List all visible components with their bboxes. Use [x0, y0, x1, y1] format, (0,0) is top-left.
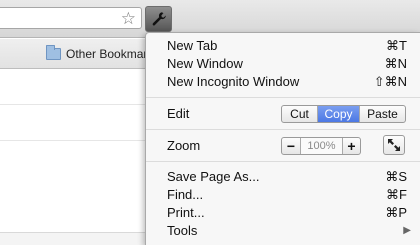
menu-item-label: Tools: [167, 223, 198, 238]
menu-item-save-page-as[interactable]: Save Page As... ⌘S: [146, 168, 420, 186]
wrench-menu-button[interactable]: [145, 6, 172, 32]
content-divider: [0, 140, 145, 141]
menu-item-print[interactable]: Print... ⌘P: [146, 204, 420, 222]
menu-item-shortcut: ⇧⌘N: [373, 74, 407, 89]
menu-item-tools[interactable]: Tools ▶: [146, 222, 420, 240]
menu-item-find[interactable]: Find... ⌘F: [146, 186, 420, 204]
menu-item-shortcut: ⌘S: [385, 169, 407, 184]
edit-button-group: Cut Copy Paste: [281, 105, 406, 123]
content-divider: [0, 104, 145, 105]
edit-label: Edit: [167, 106, 190, 121]
menu-item-label: New Incognito Window: [167, 74, 300, 89]
page-content: [0, 70, 145, 245]
menu-item-shortcut: ⌘T: [386, 38, 407, 53]
zoom-control: − 100% +: [281, 137, 361, 155]
cut-button[interactable]: Cut: [282, 106, 317, 122]
zoom-in-button[interactable]: +: [342, 138, 360, 154]
folder-icon: [46, 45, 61, 60]
menu-item-label: Find...: [167, 187, 204, 202]
menu-item-label: New Tab: [167, 38, 218, 53]
menu-separator: [146, 97, 420, 98]
menu-item-new-incognito-window[interactable]: New Incognito Window ⇧⌘N: [146, 73, 420, 91]
zoom-label: Zoom: [167, 138, 201, 153]
copy-button[interactable]: Copy: [317, 106, 359, 122]
menu-item-label: New Window: [167, 56, 243, 71]
fullscreen-icon: [388, 139, 400, 151]
menu-item-new-window[interactable]: New Window ⌘N: [146, 55, 420, 73]
menu-item-shortcut: ⌘F: [386, 187, 407, 202]
fullscreen-button[interactable]: [383, 135, 405, 155]
menu-item-shortcut: ⌘N: [384, 56, 407, 71]
bookmark-other-bookmarks[interactable]: Other Bookmarks: [46, 45, 159, 61]
menu-item-label: Print...: [167, 205, 205, 220]
menu-separator: [146, 161, 420, 162]
paste-button[interactable]: Paste: [359, 106, 405, 122]
bookmark-star-icon[interactable]: ☆: [121, 9, 136, 29]
address-bar[interactable]: ☆: [0, 7, 142, 29]
wrench-menu: New Tab ⌘T New Window ⌘N New Incognito W…: [145, 32, 420, 245]
menu-item-label: Save Page As...: [167, 169, 260, 184]
wrench-icon: [152, 12, 166, 26]
menu-item-shortcut: ⌘P: [385, 205, 407, 220]
zoom-level: 100%: [300, 138, 342, 154]
menu-item-new-tab[interactable]: New Tab ⌘T: [146, 37, 420, 55]
zoom-out-button[interactable]: −: [282, 138, 300, 154]
submenu-arrow-icon: ▶: [403, 225, 411, 236]
status-bar: [0, 232, 145, 245]
menu-separator: [146, 129, 420, 130]
